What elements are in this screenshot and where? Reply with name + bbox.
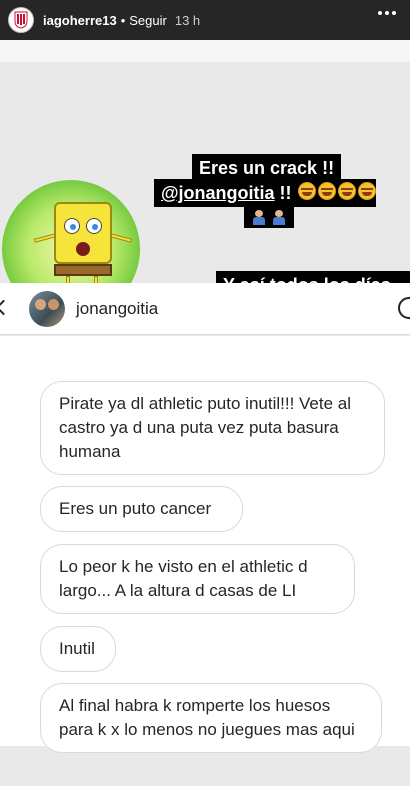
separator-dot: •: [120, 12, 126, 28]
sponge-arm-left: [33, 233, 57, 243]
follow-button[interactable]: Seguir: [129, 13, 167, 28]
dm-header: jonangoitia: [0, 283, 410, 335]
story-timestamp: 13 h: [174, 12, 201, 28]
club-crest-icon: [14, 11, 28, 29]
shrug-emoji-icon: [270, 208, 288, 226]
laughing-emojis: [298, 182, 376, 200]
sponge-eye-right: [86, 218, 102, 234]
sponge-pants: [54, 264, 112, 276]
dm-username[interactable]: jonangoitia: [76, 299, 158, 319]
laughing-emoji-icon: [298, 182, 316, 200]
message-bubble: Lo peor k he visto en el athletic d larg…: [40, 544, 355, 614]
message-bubble: Inutil: [40, 626, 116, 672]
back-chevron-icon[interactable]: [0, 297, 10, 319]
message-bubble: Eres un puto cancer: [40, 486, 243, 532]
laughing-emoji-icon: [358, 182, 376, 200]
caption-line-1: Eres un crack !!: [192, 154, 342, 182]
sponge-arm-right: [109, 233, 133, 243]
shrug-emojis: [244, 206, 294, 228]
message-bubble: Pirate ya dl athletic puto inutil!!! Vet…: [40, 381, 385, 475]
laughing-emoji-icon: [338, 182, 356, 200]
sponge-body: [54, 202, 112, 264]
story-header: iagoherre13 • Seguir 13 h: [0, 0, 410, 40]
more-options-icon[interactable]: [378, 11, 396, 15]
story-top-strip: [0, 40, 410, 62]
mention-tag[interactable]: @jonangoitia: [161, 183, 275, 203]
story-image: Eres un crack !! @jonangoitia !! Y así t…: [0, 40, 410, 786]
message-bubble: Al final habra k romperte los huesos par…: [40, 683, 382, 753]
info-icon[interactable]: [398, 297, 410, 319]
shrug-emoji-icon: [250, 208, 268, 226]
story-username[interactable]: iagoherre13: [43, 13, 117, 28]
dm-avatar[interactable]: [29, 291, 65, 327]
caption-exclaim: !!: [274, 183, 292, 203]
sponge-mouth: [76, 242, 90, 256]
sponge-eye-left: [64, 218, 80, 234]
dm-thread: Pirate ya dl athletic puto inutil!!! Vet…: [0, 336, 410, 753]
laughing-emoji-icon: [318, 182, 336, 200]
profile-avatar[interactable]: [8, 7, 34, 33]
